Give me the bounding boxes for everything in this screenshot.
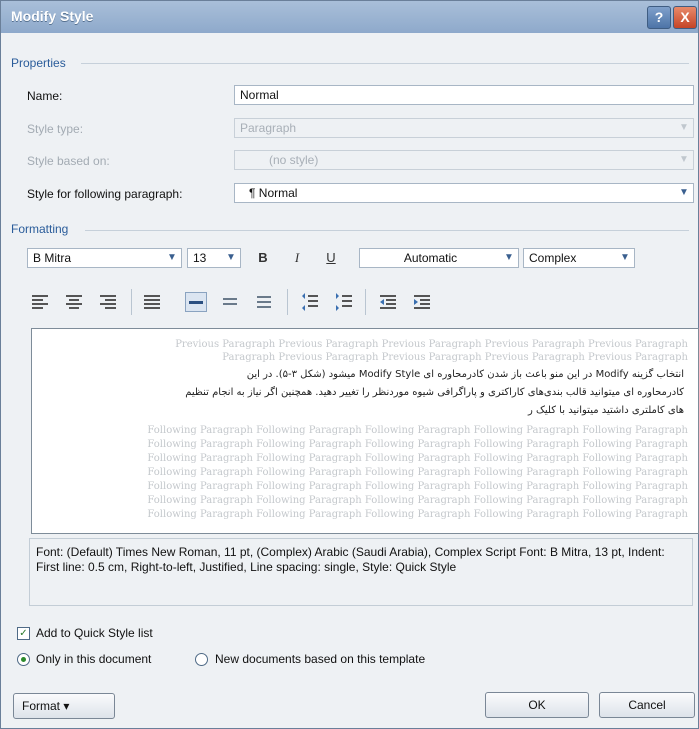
following-paragraph-line: Following Paragraph Following Paragraph … xyxy=(147,481,688,492)
bold-button[interactable]: B xyxy=(253,248,273,268)
chevron-down-icon: ▼ xyxy=(679,154,689,165)
new-documents-radio[interactable] xyxy=(195,653,208,666)
add-quick-style-label: Add to Quick Style list xyxy=(36,626,153,640)
increase-paragraph-spacing-icon[interactable] xyxy=(299,292,321,312)
only-this-document-label: Only in this document xyxy=(36,652,152,666)
style-based-on-label: Style based on: xyxy=(27,154,110,168)
style-type-label: Style type: xyxy=(27,122,84,136)
close-button[interactable]: X xyxy=(673,6,697,29)
name-label: Name: xyxy=(27,89,63,103)
help-button[interactable]: ? xyxy=(647,6,671,29)
style-based-on-dropdown[interactable]: (no style) ▼ xyxy=(234,150,694,170)
chevron-down-icon: ▼ xyxy=(226,252,236,263)
chevron-down-icon: ▼ xyxy=(167,252,177,263)
modify-style-dialog: Modify Style ? X Properties Name: Normal… xyxy=(0,0,699,729)
single-spacing-icon[interactable] xyxy=(185,292,207,312)
ok-button[interactable]: OK xyxy=(485,692,589,718)
decrease-indent-icon[interactable] xyxy=(377,292,399,312)
following-paragraph-dropdown[interactable]: ¶ Normal ▼ xyxy=(234,183,694,203)
one-half-spacing-icon[interactable] xyxy=(219,292,241,312)
following-paragraph-line: Following Paragraph Following Paragraph … xyxy=(147,495,688,506)
font-dropdown[interactable]: B Mitra ▼ xyxy=(27,248,182,268)
following-paragraph-value: ¶ Normal xyxy=(249,186,298,200)
previous-paragraph-line: Previous Paragraph Previous Paragraph Pr… xyxy=(175,339,688,350)
underline-button[interactable]: U xyxy=(321,248,341,268)
radio-selected-dot xyxy=(21,657,26,662)
font-value: B Mitra xyxy=(33,251,72,265)
title-bar: Modify Style ? X xyxy=(1,1,698,33)
dialog-title: Modify Style xyxy=(11,8,94,24)
sample-text-line: کادرمحاوره ای میتوانید قالب بندی‌های کار… xyxy=(185,387,684,398)
chevron-down-icon: ▼ xyxy=(679,187,689,198)
sample-text-line: های کاملتری داشتید میتوانید با کلیک ر xyxy=(527,405,684,416)
font-color-dropdown[interactable]: Automatic ▼ xyxy=(359,248,519,268)
following-paragraph-line: Following Paragraph Following Paragraph … xyxy=(147,425,688,436)
sample-text-line: انتخاب گزینه Modify در این منو باعث باز … xyxy=(246,369,684,380)
chevron-down-icon: ▼ xyxy=(679,122,689,133)
following-paragraph-label: Style for following paragraph: xyxy=(27,187,183,201)
style-based-on-value: (no style) xyxy=(269,153,319,167)
style-type-dropdown[interactable]: Paragraph ▼ xyxy=(234,118,694,138)
decrease-paragraph-spacing-icon[interactable] xyxy=(333,292,355,312)
italic-button[interactable]: I xyxy=(287,248,307,268)
style-type-value: Paragraph xyxy=(240,121,297,135)
style-preview: Previous Paragraph Previous Paragraph Pr… xyxy=(31,328,699,534)
formatting-header: Formatting xyxy=(11,222,69,236)
font-color-value: Automatic xyxy=(403,251,458,265)
following-paragraph-line: Following Paragraph Following Paragraph … xyxy=(147,453,688,464)
name-input[interactable]: Normal xyxy=(234,85,694,105)
script-dropdown[interactable]: Complex ▼ xyxy=(523,248,635,268)
align-center-icon[interactable] xyxy=(63,292,85,312)
new-documents-label: New documents based on this template xyxy=(215,652,426,666)
toolbar-separator xyxy=(365,289,366,315)
align-right-icon[interactable] xyxy=(97,292,119,312)
toolbar-separator xyxy=(131,289,132,315)
cancel-button[interactable]: Cancel xyxy=(599,692,695,718)
increase-indent-icon[interactable] xyxy=(411,292,433,312)
align-left-icon[interactable] xyxy=(29,292,51,312)
format-button[interactable]: Format ▾ xyxy=(13,693,115,719)
toolbar-separator xyxy=(287,289,288,315)
font-size-dropdown[interactable]: 13 ▼ xyxy=(187,248,241,268)
following-paragraph-line: Following Paragraph Following Paragraph … xyxy=(147,439,688,450)
properties-header: Properties xyxy=(11,56,66,70)
double-spacing-icon[interactable] xyxy=(253,292,275,312)
following-paragraph-line: Following Paragraph Following Paragraph … xyxy=(147,509,688,520)
properties-divider xyxy=(81,63,689,64)
formatting-divider xyxy=(85,230,689,231)
font-size-value: 13 xyxy=(193,251,207,265)
chevron-down-icon: ▼ xyxy=(504,252,514,263)
following-paragraph-line: Following Paragraph Following Paragraph … xyxy=(147,467,688,478)
only-this-document-radio[interactable] xyxy=(17,653,30,666)
style-description: Font: (Default) Times New Roman, 11 pt, … xyxy=(29,538,693,606)
add-quick-style-checkbox[interactable]: ✓ xyxy=(17,627,30,640)
chevron-down-icon: ▼ xyxy=(620,252,630,263)
justify-icon[interactable] xyxy=(141,292,163,312)
previous-paragraph-line: Paragraph Previous Paragraph Previous Pa… xyxy=(222,352,688,363)
script-value: Complex xyxy=(529,251,577,265)
